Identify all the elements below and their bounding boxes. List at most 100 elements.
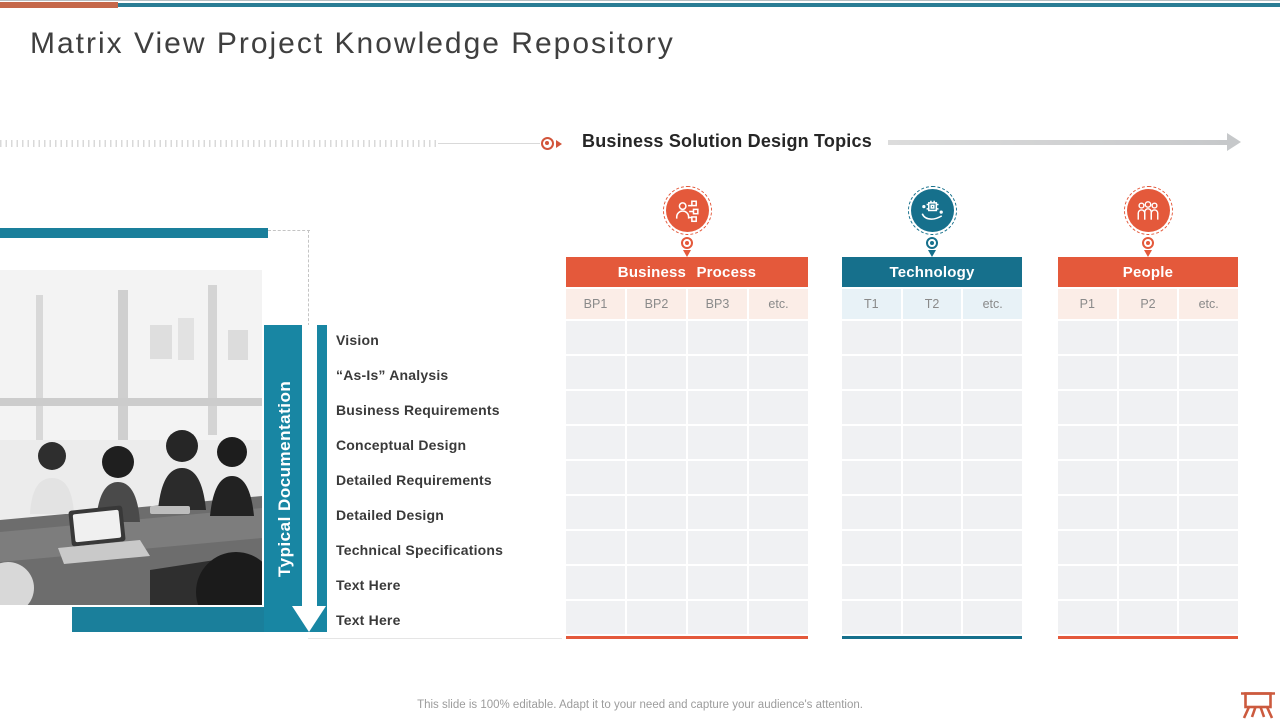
table-bottom-accent	[842, 636, 1022, 639]
matrix-cell[interactable]	[749, 461, 808, 494]
matrix-cell[interactable]	[1058, 321, 1117, 354]
matrix-cell[interactable]	[566, 356, 625, 389]
teal-top-bar	[0, 228, 268, 238]
column-header: T2	[903, 289, 962, 319]
matrix-cell[interactable]	[1179, 426, 1238, 459]
matrix-cell[interactable]	[1119, 566, 1178, 599]
matrix-cell[interactable]	[963, 461, 1022, 494]
matrix-cell[interactable]	[627, 601, 686, 634]
matrix-cell[interactable]	[566, 566, 625, 599]
matrix-cell[interactable]	[963, 321, 1022, 354]
dashed-connector-horizontal	[268, 230, 310, 231]
matrix-cell[interactable]	[903, 531, 962, 564]
matrix-cell[interactable]	[688, 496, 747, 529]
matrix-cell[interactable]	[1119, 531, 1178, 564]
matrix-cell[interactable]	[963, 356, 1022, 389]
matrix-cell[interactable]	[903, 566, 962, 599]
matrix-cell[interactable]	[1058, 356, 1117, 389]
matrix-cell[interactable]	[842, 356, 901, 389]
matrix-cell[interactable]	[749, 566, 808, 599]
matrix-cell[interactable]	[627, 496, 686, 529]
matrix-cell[interactable]	[1179, 321, 1238, 354]
matrix-cell[interactable]	[627, 566, 686, 599]
matrix-cell[interactable]	[842, 391, 901, 424]
matrix-cell[interactable]	[627, 321, 686, 354]
matrix-cell[interactable]	[749, 531, 808, 564]
matrix-cell[interactable]	[627, 356, 686, 389]
matrix-cell[interactable]	[1058, 391, 1117, 424]
matrix-cell[interactable]	[903, 321, 962, 354]
matrix-cell[interactable]	[1119, 461, 1178, 494]
matrix-cell[interactable]	[749, 496, 808, 529]
matrix-cell[interactable]	[688, 321, 747, 354]
matrix-cell[interactable]	[1179, 461, 1238, 494]
row-label[interactable]: Text Here	[336, 567, 562, 602]
matrix-cell[interactable]	[1179, 566, 1238, 599]
matrix-cell[interactable]	[688, 566, 747, 599]
matrix-cell[interactable]	[566, 496, 625, 529]
matrix-cell[interactable]	[842, 461, 901, 494]
matrix-cell[interactable]	[688, 356, 747, 389]
matrix-cell[interactable]	[749, 391, 808, 424]
matrix-cell[interactable]	[842, 321, 901, 354]
matrix-cell[interactable]	[903, 356, 962, 389]
matrix-cell[interactable]	[749, 356, 808, 389]
matrix-cell[interactable]	[963, 391, 1022, 424]
matrix-cell[interactable]	[842, 531, 901, 564]
matrix-cell[interactable]	[749, 321, 808, 354]
matrix-cell[interactable]	[749, 601, 808, 634]
matrix-cell[interactable]	[566, 601, 625, 634]
matrix-cell[interactable]	[1058, 496, 1117, 529]
matrix-cell[interactable]	[1179, 531, 1238, 564]
matrix-cell[interactable]	[1058, 531, 1117, 564]
matrix-cell[interactable]	[1058, 601, 1117, 634]
matrix-cell[interactable]	[566, 391, 625, 424]
matrix-cell[interactable]	[1058, 566, 1117, 599]
matrix-cell[interactable]	[903, 426, 962, 459]
matrix-cell[interactable]	[566, 461, 625, 494]
matrix-cell[interactable]	[1058, 426, 1117, 459]
matrix-cell[interactable]	[963, 531, 1022, 564]
people-group-icon	[1127, 189, 1170, 232]
matrix-cell[interactable]	[1119, 496, 1178, 529]
matrix-cell[interactable]	[1119, 601, 1178, 634]
matrix-cell[interactable]	[627, 391, 686, 424]
matrix-cell[interactable]	[842, 566, 901, 599]
matrix-cell[interactable]	[688, 461, 747, 494]
row-label[interactable]: Text Here	[336, 602, 562, 637]
matrix-cell[interactable]	[627, 531, 686, 564]
matrix-cell[interactable]	[566, 426, 625, 459]
matrix-cell[interactable]	[842, 601, 901, 634]
matrix-cell[interactable]	[627, 461, 686, 494]
matrix-cell[interactable]	[566, 321, 625, 354]
matrix-cell[interactable]	[1179, 601, 1238, 634]
matrix-cell[interactable]	[1119, 321, 1178, 354]
matrix-cell[interactable]	[688, 426, 747, 459]
matrix-cell[interactable]	[963, 601, 1022, 634]
matrix-cell[interactable]	[903, 461, 962, 494]
matrix-cell[interactable]	[963, 426, 1022, 459]
matrix-cell[interactable]	[749, 426, 808, 459]
matrix-cell[interactable]	[903, 496, 962, 529]
matrix-cell[interactable]	[1119, 426, 1178, 459]
matrix-cell[interactable]	[1179, 496, 1238, 529]
matrix-cell[interactable]	[688, 531, 747, 564]
matrix-cell[interactable]	[903, 601, 962, 634]
matrix-cell[interactable]	[842, 496, 901, 529]
labels-baseline	[308, 638, 562, 639]
matrix-cell[interactable]	[1119, 356, 1178, 389]
matrix-cell[interactable]	[1058, 461, 1117, 494]
matrix-cell[interactable]	[688, 391, 747, 424]
matrix-cell[interactable]	[842, 426, 901, 459]
gray-arrow-head	[1227, 133, 1241, 151]
matrix-cell[interactable]	[1179, 391, 1238, 424]
matrix-cell[interactable]	[1119, 391, 1178, 424]
matrix-cell[interactable]	[903, 391, 962, 424]
matrix-cell[interactable]	[688, 601, 747, 634]
matrix-cell[interactable]	[1179, 356, 1238, 389]
top-accent-orange-bar	[0, 2, 118, 8]
matrix-cell[interactable]	[566, 531, 625, 564]
matrix-cell[interactable]	[963, 566, 1022, 599]
matrix-cell[interactable]	[627, 426, 686, 459]
matrix-cell[interactable]	[963, 496, 1022, 529]
